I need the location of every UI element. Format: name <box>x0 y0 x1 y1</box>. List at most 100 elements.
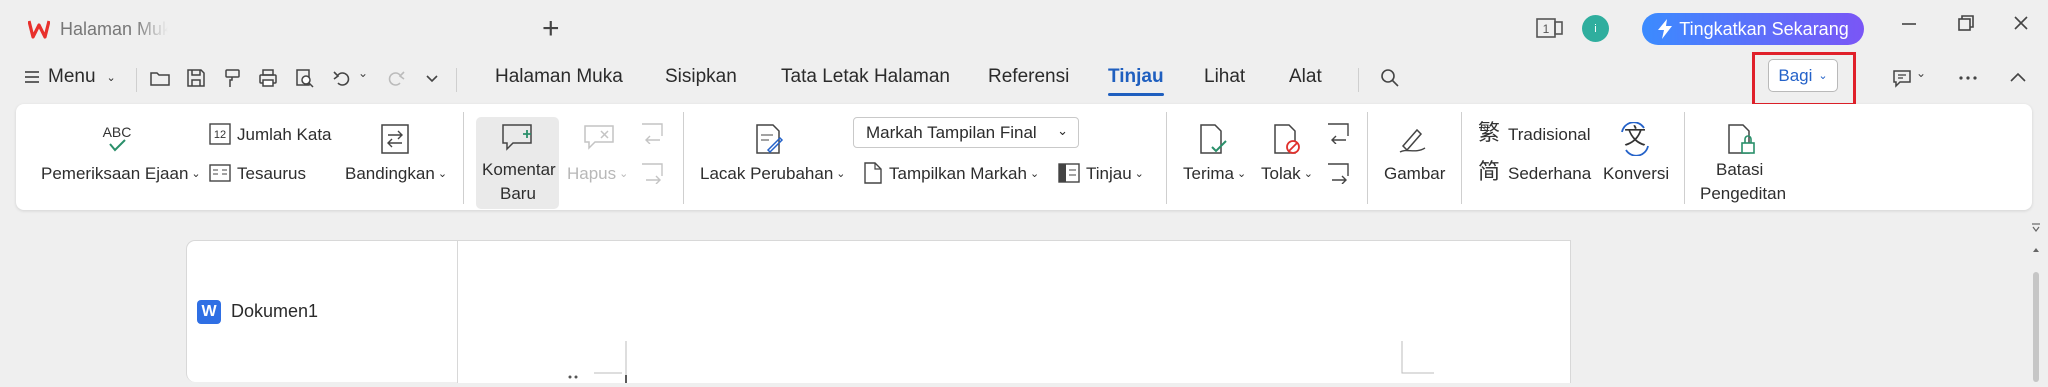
restore-icon[interactable] <box>1948 12 1984 40</box>
more-quick-access-icon[interactable] <box>418 64 446 92</box>
minimize-icon[interactable] <box>1891 12 1927 40</box>
previous-change-icon[interactable] <box>1326 122 1352 144</box>
menu-tab-review[interactable]: Tinjau <box>1108 66 1164 96</box>
menu-tab-references[interactable]: Referensi <box>988 66 1069 88</box>
chevron-down-icon: ⌄ <box>1029 168 1040 180</box>
word-count-button[interactable]: Jumlah Kata <box>237 125 332 145</box>
chevron-down-icon: ⌄ <box>106 71 116 84</box>
vertical-scrollbar[interactable] <box>2030 222 2042 382</box>
track-changes-label: Lacak Perubahan <box>700 164 834 183</box>
menu-button[interactable]: Menu ⌄ <box>24 66 116 88</box>
lightning-icon <box>1658 19 1673 39</box>
next-comment-icon[interactable] <box>640 162 666 184</box>
reject-change-button[interactable]: Tolak ⌄ <box>1261 164 1313 184</box>
avatar[interactable]: i <box>1582 15 1609 42</box>
undo-icon[interactable] <box>328 64 356 92</box>
menu-button-label: Menu <box>48 66 96 87</box>
traditional-chinese-icon[interactable]: 繁 <box>1478 121 1500 145</box>
tab-home-label: Halaman Muka <box>60 18 168 39</box>
reject-change-icon[interactable] <box>1272 123 1302 155</box>
convert-button[interactable]: Konversi <box>1603 164 1669 184</box>
spell-check-label: Pemeriksaan Ejaan <box>41 164 189 183</box>
menu-tab-tools[interactable]: Alat <box>1289 66 1322 88</box>
close-icon[interactable] <box>2003 12 2039 40</box>
menu-tab-insert[interactable]: Sisipkan <box>665 66 737 88</box>
chevron-down-icon: ⌄ <box>191 168 201 180</box>
review-pane-button[interactable]: Tinjau ⌄ <box>1086 164 1144 184</box>
redo-icon[interactable] <box>382 64 410 92</box>
page-view-icon[interactable]: 1 <box>1536 16 1564 40</box>
compare-icon[interactable] <box>380 123 410 155</box>
undo-dropdown-icon[interactable]: ⌄ <box>358 66 368 80</box>
comment-dropdown-icon[interactable]: ⌄ <box>1916 66 1926 80</box>
accept-label: Terima <box>1183 164 1235 183</box>
menu-tab-page-layout[interactable]: Tata Letak Halaman <box>781 66 950 88</box>
page-corner-marks <box>568 341 1434 383</box>
collapse-ribbon-icon[interactable] <box>2004 64 2032 92</box>
chevron-down-icon: ⌄ <box>1303 168 1313 180</box>
new-tab-button[interactable]: + <box>542 14 560 44</box>
title-bar: Halaman Muka W Dokumen1 + 1 i Tingkatkan… <box>0 0 2048 382</box>
simplified-chinese-icon[interactable]: 简 <box>1478 160 1500 184</box>
divider <box>683 112 684 204</box>
ink-pen-icon[interactable] <box>1397 124 1429 154</box>
ink-button[interactable]: Gambar <box>1384 164 1445 184</box>
accept-change-icon[interactable] <box>1198 123 1228 155</box>
divider <box>1166 112 1167 204</box>
restrict-editing-icon[interactable] <box>1726 123 1758 155</box>
hamburger-icon <box>25 71 39 83</box>
delete-comment-button[interactable]: Hapus ⌄ <box>567 164 628 184</box>
upgrade-label: Tingkatkan Sekarang <box>1679 18 1849 39</box>
simplified-button[interactable]: Sederhana <box>1508 164 1591 184</box>
spell-check-button[interactable]: Pemeriksaan Ejaan ⌄ <box>41 164 201 184</box>
divider <box>1367 112 1368 204</box>
spell-check-icon[interactable]: ABC <box>100 122 134 156</box>
delete-label: Hapus <box>567 164 617 183</box>
document-page[interactable] <box>457 240 1571 383</box>
highlight-box <box>1752 52 1856 106</box>
track-changes-icon[interactable] <box>754 123 784 155</box>
divider <box>1684 112 1685 204</box>
wps-logo-icon <box>28 20 50 39</box>
comment-panel-icon[interactable] <box>1888 64 1916 92</box>
new-comment-label-1: Komentar <box>482 160 556 179</box>
show-markup-label: Tampilkan Markah <box>889 164 1027 183</box>
compare-button[interactable]: Bandingkan ⌄ <box>345 164 447 184</box>
review-pane-icon[interactable] <box>1058 162 1080 184</box>
open-folder-icon[interactable] <box>146 64 174 92</box>
svg-text:文: 文 <box>1624 125 1646 150</box>
more-options-icon[interactable] <box>1954 64 1982 92</box>
svg-text:ABC: ABC <box>103 124 132 140</box>
print-icon[interactable] <box>254 64 282 92</box>
print-preview-icon[interactable] <box>290 64 318 92</box>
next-change-icon[interactable] <box>1326 162 1352 184</box>
show-markup-button[interactable]: Tampilkan Markah ⌄ <box>889 164 1039 184</box>
divider <box>463 112 464 204</box>
search-icon[interactable] <box>1376 64 1404 92</box>
convert-icon[interactable]: 文 <box>1618 122 1652 156</box>
thesaurus-button[interactable]: Tesaurus <box>237 164 306 184</box>
divider <box>1461 112 1462 204</box>
thesaurus-icon[interactable] <box>209 162 231 184</box>
traditional-button[interactable]: Tradisional <box>1508 125 1591 145</box>
markup-display-select[interactable]: Markah Tampilan Final ⌄ <box>853 117 1079 148</box>
track-changes-button[interactable]: Lacak Perubahan ⌄ <box>700 164 846 184</box>
upgrade-button[interactable]: Tingkatkan Sekarang <box>1642 13 1864 45</box>
writer-doc-icon: W <box>197 299 221 324</box>
restrict-editing-label-1[interactable]: Batasi <box>1716 160 1763 180</box>
format-painter-icon[interactable] <box>218 64 246 92</box>
tab-home[interactable]: Halaman Muka <box>16 10 170 48</box>
show-markup-icon[interactable] <box>862 161 884 185</box>
previous-comment-icon[interactable] <box>640 122 666 144</box>
delete-comment-icon[interactable] <box>583 123 615 151</box>
restrict-editing-label-2[interactable]: Pengeditan <box>1700 184 1786 204</box>
save-icon[interactable] <box>182 64 210 92</box>
menu-tab-view[interactable]: Lihat <box>1204 66 1245 88</box>
divider <box>1358 68 1359 92</box>
word-count-icon[interactable]: 12 <box>209 123 231 145</box>
menu-row: Menu ⌄ ⌄ Halaman Muka Sisipkan Tata Leta… <box>0 58 2048 100</box>
accept-change-button[interactable]: Terima ⌄ <box>1183 164 1246 184</box>
chevron-down-icon: ⌄ <box>1057 123 1068 138</box>
markup-display-value: Markah Tampilan Final <box>866 122 1037 142</box>
menu-tab-home[interactable]: Halaman Muka <box>495 66 623 88</box>
